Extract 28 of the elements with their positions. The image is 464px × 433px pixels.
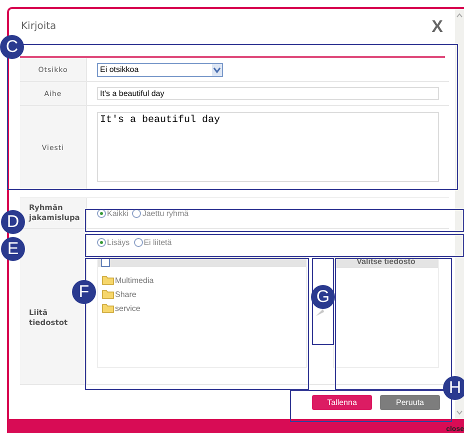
close-button[interactable]: X (432, 16, 443, 36)
radio-option[interactable]: Ei liitetä (134, 238, 172, 247)
folder-icon (102, 275, 114, 285)
radio-option[interactable]: Jaettu ryhmä (132, 208, 189, 218)
message-field[interactable]: It's a beautiful day (97, 112, 439, 182)
radio-option[interactable]: Kaikki (97, 208, 128, 218)
radio-button[interactable] (97, 238, 106, 247)
arrow-icon[interactable] (315, 307, 325, 317)
cancel-button[interactable]: Peruuta (380, 395, 440, 410)
dialog-title: Kirjoita (21, 21, 56, 32)
annotation-marker: C (0, 35, 24, 59)
folder-icon (102, 303, 114, 313)
save-button[interactable]: Tallenna (312, 395, 372, 410)
subject-field[interactable]: It's a beautiful day (97, 87, 439, 100)
panel-title: Valitse tiedosto (356, 257, 416, 266)
folder-icon (102, 289, 114, 299)
folder-name[interactable]: Multimedia (115, 276, 154, 284)
caret-icon (212, 64, 222, 76)
annotation-marker: H (443, 376, 464, 400)
title-dropdown[interactable]: Ei otsikkoa (97, 62, 223, 76)
radio-option[interactable]: Lisäys (97, 238, 130, 247)
folder-name[interactable]: Share (115, 290, 136, 298)
radio-button[interactable] (134, 238, 143, 247)
folder-name[interactable]: service (115, 304, 140, 312)
annotation-marker: D (1, 210, 25, 234)
annotation-marker: E (1, 237, 25, 261)
annotation-marker: F (72, 280, 96, 304)
annotation-marker: G (311, 285, 335, 309)
